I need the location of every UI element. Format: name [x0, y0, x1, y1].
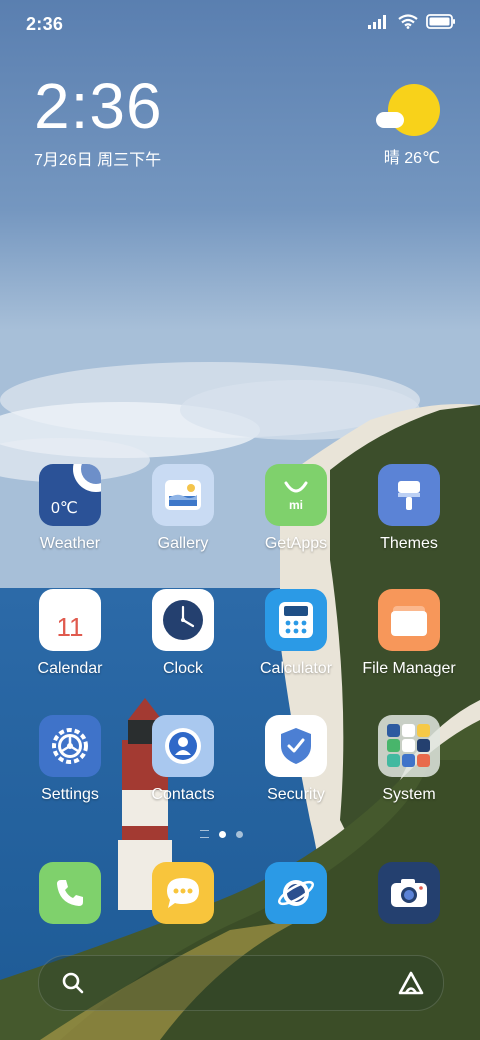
- app-label: Weather: [39, 535, 101, 552]
- app-calendar[interactable]: 11 Calendar: [15, 589, 125, 678]
- page-dot: [236, 830, 243, 838]
- folder-grid-icon: [378, 715, 440, 777]
- calendar-day-number: 11: [56, 611, 84, 642]
- clock-time: 2:36: [34, 70, 163, 142]
- dock-camera[interactable]: [378, 862, 440, 924]
- app-label: GetApps: [264, 535, 328, 552]
- page-dot-current: [219, 830, 226, 838]
- weather-icon-text: 0℃: [51, 500, 78, 517]
- cloud-shape: [376, 112, 404, 128]
- contacts-icon: [152, 715, 214, 777]
- app-label: Calculator: [259, 660, 333, 677]
- folder-icon: [378, 589, 440, 651]
- search-bar[interactable]: [38, 955, 444, 1011]
- app-gallery[interactable]: Gallery: [128, 464, 238, 553]
- battery-icon: [426, 14, 455, 29]
- app-label: Contacts: [151, 786, 215, 803]
- clock-date: 7月26日 周三下午: [34, 152, 162, 169]
- shield-icon: [265, 715, 327, 777]
- sunny-cloud-icon: [388, 84, 440, 136]
- app-themes[interactable]: Themes: [354, 464, 464, 553]
- app-file-manager[interactable]: File Manager: [354, 589, 464, 678]
- app-label: File Manager: [362, 660, 456, 677]
- app-settings[interactable]: Settings: [15, 715, 125, 804]
- app-label: Themes: [380, 535, 438, 552]
- app-label: Settings: [41, 786, 99, 803]
- camera-icon: [391, 879, 427, 907]
- page-indicator-lines: [200, 830, 209, 838]
- page-indicator[interactable]: [200, 830, 243, 838]
- getapps-mi-text: mi: [288, 498, 303, 512]
- weather-condition-temp: 晴 26℃: [383, 150, 440, 167]
- calculator-icon: [265, 589, 327, 651]
- messages-icon: [167, 878, 199, 908]
- app-label: Clock: [162, 660, 203, 677]
- app-label: Security: [267, 786, 325, 803]
- app-clock[interactable]: Clock: [128, 589, 238, 678]
- app-getapps[interactable]: mi GetApps: [241, 464, 351, 553]
- dock-phone[interactable]: [39, 862, 101, 924]
- home-screen: 2:36 2:36 7月26日 周三下午 晴 26℃ 0℃ Weather Ga…: [0, 0, 480, 1040]
- clock-widget[interactable]: 2:36 7月26日 周三下午: [34, 74, 163, 170]
- app-contacts[interactable]: Contacts: [128, 715, 238, 804]
- clock-icon: [152, 589, 214, 651]
- phone-icon: [57, 880, 83, 906]
- dock-browser[interactable]: [265, 862, 327, 924]
- app-security[interactable]: Security: [241, 715, 351, 804]
- app-label: Gallery: [157, 535, 209, 552]
- calendar-icon: 11: [39, 589, 101, 651]
- browser-icon: [278, 880, 314, 906]
- app-calculator[interactable]: Calculator: [241, 589, 351, 678]
- gallery-icon: [152, 464, 214, 526]
- getapps-icon: mi: [265, 464, 327, 526]
- status-time: 2:36: [26, 14, 64, 34]
- app-label: Calendar: [37, 660, 103, 677]
- signal-icon: [368, 14, 386, 29]
- search-icon[interactable]: [61, 971, 85, 995]
- wifi-icon: [398, 14, 418, 29]
- weather-widget[interactable]: 晴 26℃: [366, 82, 446, 172]
- app-weather[interactable]: 0℃ Weather: [15, 464, 125, 553]
- gear-icon: [39, 715, 101, 777]
- dock-messages[interactable]: [152, 862, 214, 924]
- themes-icon: [378, 464, 440, 526]
- weather-icon: 0℃: [39, 464, 101, 526]
- app-label: System: [382, 786, 436, 803]
- status-bar: 2:36: [0, 0, 480, 50]
- assistant-icon[interactable]: [397, 970, 425, 996]
- app-system-folder[interactable]: System: [354, 715, 464, 804]
- status-icons: [368, 14, 456, 29]
